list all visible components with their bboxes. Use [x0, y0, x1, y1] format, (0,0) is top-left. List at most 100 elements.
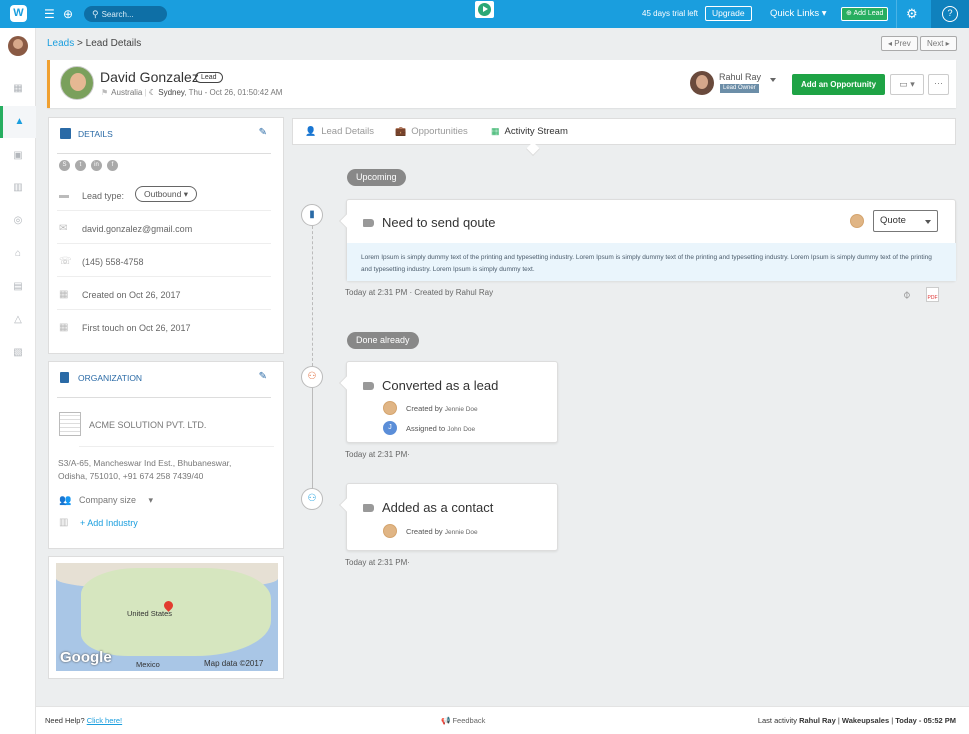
- created-by-text: Created by Jennie Doe: [406, 404, 478, 413]
- company-size-select[interactable]: Company size ▾: [79, 495, 153, 506]
- owner-avatar: [690, 71, 714, 95]
- divider: [896, 0, 897, 28]
- list-icon: [60, 128, 71, 139]
- prev-button[interactable]: ◂ Prev: [881, 36, 918, 51]
- paperclip-icon[interactable]: ⌀: [899, 288, 913, 301]
- sidebar-pipeline-icon[interactable]: ▥: [0, 172, 36, 204]
- upgrade-button[interactable]: Upgrade: [705, 6, 752, 21]
- timeline-line: [312, 388, 313, 498]
- add-lead-button[interactable]: ⊕ Add Lead: [841, 7, 889, 21]
- done-label: Done already: [347, 332, 419, 349]
- edit-pencil-icon[interactable]: ✎: [259, 371, 267, 382]
- search-input[interactable]: ⚲ Search...: [84, 6, 167, 22]
- skype-icon[interactable]: S: [59, 160, 70, 171]
- phone-icon: ☏: [59, 256, 72, 267]
- owner-role-badge: Lead Owner: [720, 84, 759, 93]
- sidebar-leads-icon[interactable]: ▲: [0, 106, 36, 138]
- building-icon: [60, 372, 69, 383]
- breadcrumb-current: Lead Details: [85, 38, 142, 49]
- tag-icon: [363, 219, 374, 227]
- breadcrumb-leads-link[interactable]: Leads: [47, 38, 74, 49]
- tab-activity-stream[interactable]: ▦ Activity Stream: [491, 119, 568, 144]
- settings-gear-icon[interactable]: ⚙: [906, 0, 918, 28]
- add-opportunity-button[interactable]: Add an Opportunity: [792, 74, 885, 95]
- add-industry-link[interactable]: + Add Industry: [80, 518, 138, 528]
- creator-avatar: [383, 401, 397, 415]
- map-attribution: Map data ©2017: [204, 659, 264, 668]
- app-logo[interactable]: W: [10, 5, 27, 22]
- activity-title: Converted as a lead: [382, 378, 499, 393]
- sidebar-contacts-icon[interactable]: ▣: [0, 140, 36, 172]
- breadcrumb: Leads > Lead Details: [47, 38, 142, 49]
- activity-card-contact: Added as a contact Created by Jennie Doe: [338, 483, 558, 551]
- quick-links-menu[interactable]: Quick Links ▾: [770, 0, 827, 28]
- sidebar-mail-icon[interactable]: ▧: [0, 337, 36, 369]
- lead-type-select[interactable]: Outbound ▾: [135, 186, 197, 202]
- next-button[interactable]: Next ▸: [920, 36, 957, 51]
- tab-lead-details[interactable]: 👤 Lead Details: [305, 119, 374, 144]
- top-bar: W ☰ ⊕ ⚲ Search... 45 days trial left Upgr…: [0, 0, 969, 28]
- add-circle-icon[interactable]: ⊕: [63, 0, 73, 28]
- calendar-icon: ▦: [59, 322, 69, 333]
- tab-opportunities[interactable]: 💼 Opportunities: [395, 119, 468, 144]
- sidebar-reports-icon[interactable]: ▤: [0, 271, 36, 303]
- moon-icon: ☾: [148, 88, 157, 97]
- hamburger-menu-icon[interactable]: ☰: [44, 0, 55, 28]
- tag-icon: [363, 504, 374, 512]
- lead-type-icon: ▬: [59, 190, 69, 201]
- document-icon: ▮: [301, 204, 323, 226]
- details-card: DETAILS ✎ S t in f ▬ Lead type: Outbound…: [48, 117, 284, 354]
- need-help-text: Need Help? Click here!: [45, 716, 123, 725]
- play-icon: [483, 6, 488, 12]
- organization-logo: [59, 412, 81, 436]
- sidebar-accounts-icon[interactable]: ⌂: [0, 238, 36, 270]
- calendar-dropdown-button[interactable]: ▭ ▾: [890, 74, 924, 95]
- linkedin-icon[interactable]: in: [91, 160, 102, 171]
- first-touch-row: ▦ First touch on Oct 26, 2017: [59, 322, 191, 333]
- phone-row: ☏ (145) 558-4758: [57, 245, 271, 277]
- facebook-icon[interactable]: f: [107, 160, 118, 171]
- edit-pencil-icon[interactable]: ✎: [259, 127, 267, 138]
- lead-location: ⚑ Australia | ☾ Sydney, Thu - Oct 26, 01:…: [101, 88, 283, 97]
- location-map[interactable]: United States Mexico Google Map data ©20…: [56, 563, 278, 671]
- activity-type-select[interactable]: Quote: [873, 210, 938, 232]
- details-header: DETAILS ✎: [57, 127, 271, 154]
- feedback-link[interactable]: 📢 Feedback: [441, 707, 485, 734]
- map-label-mexico: Mexico: [136, 660, 160, 669]
- more-options-button[interactable]: ···: [928, 74, 949, 95]
- footer: Need Help? Click here! 📢 Feedback Last a…: [36, 706, 969, 734]
- map-land: [81, 568, 271, 656]
- activity-time: Today at 2:31 PM·: [345, 558, 410, 567]
- activity-time: Today at 2:31 PM·: [345, 450, 410, 459]
- sidebar-tasks-icon[interactable]: △: [0, 304, 36, 336]
- owner-name: Rahul Ray: [719, 72, 762, 82]
- play-video-button[interactable]: [475, 1, 494, 18]
- flag-icon: ⚑: [101, 88, 109, 97]
- help-button[interactable]: ?: [931, 0, 969, 28]
- twitter-icon[interactable]: t: [75, 160, 86, 171]
- created-by-text: Created by Jennie Doe: [406, 527, 478, 536]
- sidebar-dashboard-icon[interactable]: ▦: [0, 73, 36, 105]
- activity-card-converted: Converted as a lead Created by Jennie Do…: [338, 361, 558, 443]
- calendar-icon: ▦: [491, 126, 500, 136]
- lead-avatar: [60, 66, 94, 100]
- sidebar-deals-icon[interactable]: ◎: [0, 205, 36, 237]
- click-here-link[interactable]: Click here!: [87, 716, 122, 725]
- last-activity-text: Last activity Rahul Ray | Wakeupsales | …: [757, 716, 956, 725]
- owner-dropdown-caret[interactable]: [770, 78, 776, 82]
- pdf-icon[interactable]: PDF: [926, 287, 939, 302]
- industry-icon: ▥: [59, 517, 69, 528]
- timeline-dashed-line: [312, 226, 313, 366]
- activity-title: Need to send qoute: [382, 215, 496, 230]
- card-arrow: [338, 497, 354, 513]
- lead-tabs: 👤 Lead Details 💼 Opportunities ▦ Activity S…: [292, 118, 956, 145]
- calendar-icon: ▦: [59, 289, 69, 300]
- person-icon: 👤: [305, 126, 317, 136]
- megaphone-icon: 📢: [441, 716, 451, 725]
- calendar-icon: ▭: [899, 79, 908, 89]
- user-avatar[interactable]: [8, 36, 28, 56]
- organization-name[interactable]: ACME SOLUTION PVT. LTD.: [89, 420, 206, 430]
- people-icon: 👥: [59, 495, 72, 506]
- tag-icon: [363, 382, 374, 390]
- trial-remaining-text: 45 days trial left: [642, 9, 699, 18]
